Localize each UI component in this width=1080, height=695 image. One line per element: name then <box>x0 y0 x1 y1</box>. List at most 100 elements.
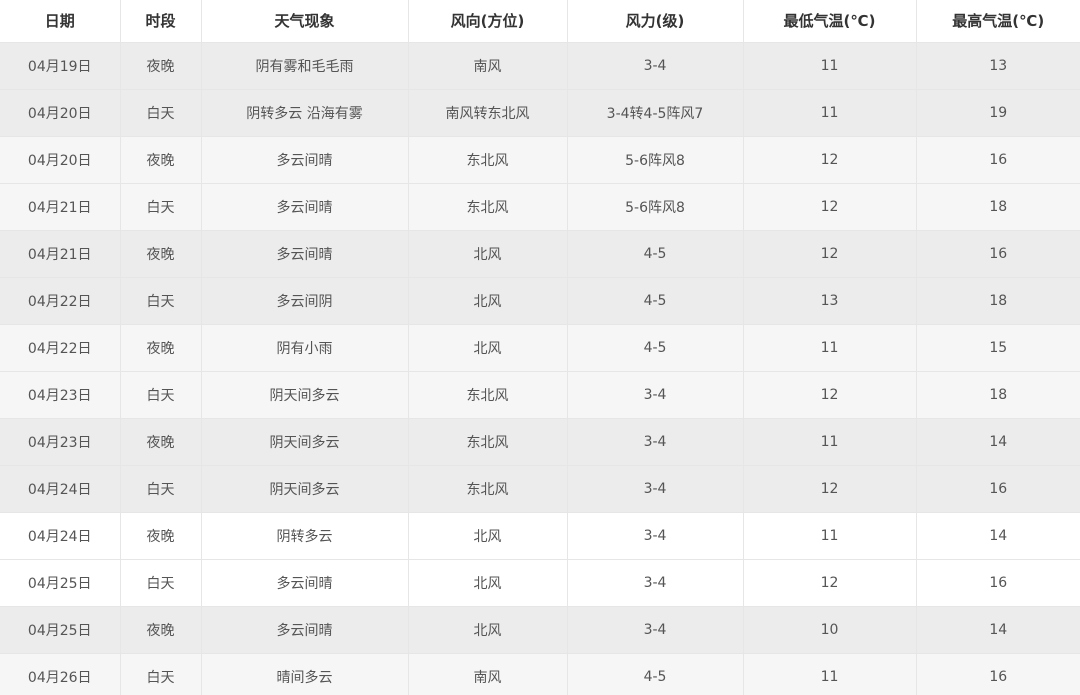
cell-period: 白天 <box>120 277 202 325</box>
cell-date: 04月21日 <box>0 230 121 278</box>
cell-weather: 多云间晴 <box>201 606 409 654</box>
cell-period: 夜晚 <box>120 606 202 654</box>
cell-weather: 阴有小雨 <box>201 324 409 372</box>
cell-wind-force: 5-6阵风8 <box>567 183 744 231</box>
table-row: 04月25日 白天 多云间晴 北风 3-4 12 16 <box>0 559 1080 607</box>
cell-min-temp: 12 <box>743 136 917 184</box>
cell-wind-direction: 东北风 <box>408 183 568 231</box>
table-body: 04月19日 夜晚 阴有雾和毛毛雨 南风 3-4 11 13 04月20日 白天… <box>0 42 1080 695</box>
cell-weather: 阴天间多云 <box>201 418 409 466</box>
table-row: 04月26日 白天 晴间多云 南风 4-5 11 16 <box>0 653 1080 695</box>
header-period: 时段 <box>120 0 202 43</box>
cell-min-temp: 12 <box>743 559 917 607</box>
cell-date: 04月24日 <box>0 512 121 560</box>
cell-wind-force: 4-5 <box>567 277 744 325</box>
cell-max-temp: 19 <box>916 89 1080 137</box>
cell-period: 白天 <box>120 371 202 419</box>
cell-weather: 多云间晴 <box>201 559 409 607</box>
cell-wind-force: 5-6阵风8 <box>567 136 744 184</box>
cell-wind-direction: 南风 <box>408 653 568 695</box>
cell-max-temp: 16 <box>916 465 1080 513</box>
cell-weather: 多云间晴 <box>201 230 409 278</box>
cell-min-temp: 12 <box>743 465 917 513</box>
table-row: 04月20日 夜晚 多云间晴 东北风 5-6阵风8 12 16 <box>0 136 1080 184</box>
cell-min-temp: 11 <box>743 42 917 90</box>
table-row: 04月20日 白天 阴转多云 沿海有雾 南风转东北风 3-4转4-5阵风7 11… <box>0 89 1080 137</box>
cell-period: 夜晚 <box>120 136 202 184</box>
header-wind-force: 风力(级) <box>567 0 744 43</box>
cell-wind-force: 3-4 <box>567 465 744 513</box>
cell-max-temp: 14 <box>916 418 1080 466</box>
cell-wind-force: 3-4 <box>567 371 744 419</box>
cell-weather: 阴转多云 沿海有雾 <box>201 89 409 137</box>
cell-period: 夜晚 <box>120 418 202 466</box>
cell-weather: 阴天间多云 <box>201 465 409 513</box>
cell-min-temp: 13 <box>743 277 917 325</box>
cell-wind-force: 4-5 <box>567 230 744 278</box>
cell-period: 白天 <box>120 183 202 231</box>
cell-date: 04月25日 <box>0 606 121 654</box>
cell-period: 白天 <box>120 559 202 607</box>
cell-date: 04月21日 <box>0 183 121 231</box>
cell-date: 04月19日 <box>0 42 121 90</box>
cell-date: 04月20日 <box>0 89 121 137</box>
cell-wind-force: 3-4 <box>567 418 744 466</box>
cell-max-temp: 16 <box>916 559 1080 607</box>
cell-date: 04月23日 <box>0 371 121 419</box>
cell-min-temp: 11 <box>743 653 917 695</box>
header-date: 日期 <box>0 0 121 43</box>
cell-min-temp: 11 <box>743 418 917 466</box>
cell-period: 白天 <box>120 465 202 513</box>
cell-wind-direction: 北风 <box>408 559 568 607</box>
cell-date: 04月22日 <box>0 277 121 325</box>
cell-max-temp: 18 <box>916 183 1080 231</box>
table-header: 日期 时段 天气现象 风向(方位) 风力(级) 最低气温(℃) 最高气温(℃) <box>0 0 1080 43</box>
cell-max-temp: 16 <box>916 230 1080 278</box>
cell-period: 夜晚 <box>120 230 202 278</box>
cell-min-temp: 12 <box>743 230 917 278</box>
cell-period: 夜晚 <box>120 512 202 560</box>
header-min-temp: 最低气温(℃) <box>743 0 917 43</box>
table-row: 04月23日 夜晚 阴天间多云 东北风 3-4 11 14 <box>0 418 1080 466</box>
table-row: 04月21日 白天 多云间晴 东北风 5-6阵风8 12 18 <box>0 183 1080 231</box>
cell-weather: 阴有雾和毛毛雨 <box>201 42 409 90</box>
cell-weather: 晴间多云 <box>201 653 409 695</box>
table-row: 04月24日 白天 阴天间多云 东北风 3-4 12 16 <box>0 465 1080 513</box>
cell-wind-force: 4-5 <box>567 653 744 695</box>
table-row: 04月22日 夜晚 阴有小雨 北风 4-5 11 15 <box>0 324 1080 372</box>
cell-weather: 阴转多云 <box>201 512 409 560</box>
cell-min-temp: 11 <box>743 324 917 372</box>
cell-wind-direction: 东北风 <box>408 371 568 419</box>
table-row: 04月25日 夜晚 多云间晴 北风 3-4 10 14 <box>0 606 1080 654</box>
cell-date: 04月24日 <box>0 465 121 513</box>
header-wind-direction: 风向(方位) <box>408 0 568 43</box>
cell-max-temp: 16 <box>916 653 1080 695</box>
cell-min-temp: 12 <box>743 371 917 419</box>
cell-wind-force: 3-4 <box>567 512 744 560</box>
table-row: 04月22日 白天 多云间阴 北风 4-5 13 18 <box>0 277 1080 325</box>
cell-period: 白天 <box>120 653 202 695</box>
cell-period: 白天 <box>120 89 202 137</box>
cell-min-temp: 10 <box>743 606 917 654</box>
cell-max-temp: 14 <box>916 512 1080 560</box>
cell-max-temp: 15 <box>916 324 1080 372</box>
cell-min-temp: 11 <box>743 89 917 137</box>
cell-wind-direction: 北风 <box>408 230 568 278</box>
cell-weather: 多云间晴 <box>201 183 409 231</box>
cell-weather: 阴天间多云 <box>201 371 409 419</box>
cell-wind-direction: 北风 <box>408 324 568 372</box>
cell-wind-direction: 东北风 <box>408 465 568 513</box>
cell-period: 夜晚 <box>120 42 202 90</box>
cell-max-temp: 14 <box>916 606 1080 654</box>
cell-wind-direction: 东北风 <box>408 136 568 184</box>
cell-date: 04月20日 <box>0 136 121 184</box>
cell-max-temp: 16 <box>916 136 1080 184</box>
cell-wind-direction: 南风 <box>408 42 568 90</box>
cell-wind-force: 3-4 <box>567 606 744 654</box>
header-weather: 天气现象 <box>201 0 409 43</box>
cell-date: 04月26日 <box>0 653 121 695</box>
cell-wind-force: 3-4 <box>567 42 744 90</box>
cell-date: 04月23日 <box>0 418 121 466</box>
cell-min-temp: 12 <box>743 183 917 231</box>
cell-date: 04月22日 <box>0 324 121 372</box>
